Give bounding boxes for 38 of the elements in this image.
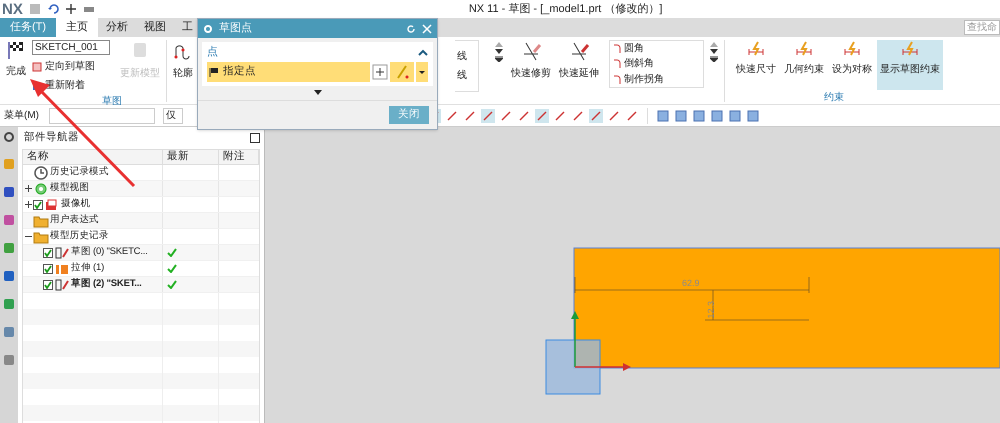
corner-item[interactable]: 倒斜角	[613, 56, 700, 72]
curve-item[interactable]: 线	[457, 49, 478, 64]
ribbon-tab[interactable]: 工	[174, 18, 202, 37]
constraint-button[interactable]: 显示草图约束	[877, 40, 943, 90]
column-header[interactable]: 名称	[23, 150, 163, 164]
quick-extend-button[interactable]: 快速延伸	[559, 40, 599, 81]
panel-title: 部件导航器	[23, 130, 79, 146]
quick-trim-button[interactable]: 快速修剪	[511, 40, 551, 81]
dialog-title: 草图点	[219, 20, 252, 36]
profile-button[interactable]: 轮廓	[173, 40, 193, 81]
ribbon-tab[interactable]: 视图	[136, 18, 174, 37]
constraint-button[interactable]: 快速尺寸	[733, 40, 779, 90]
corner-item[interactable]: 制作拐角	[613, 72, 700, 87]
group-label: 约束	[824, 90, 844, 105]
constraint-button[interactable]: 几何约束	[781, 40, 827, 90]
search-field[interactable]: 查找命	[964, 20, 1000, 35]
tree-item[interactable]: 模型历史记录	[50, 229, 109, 244]
ribbon-tab[interactable]: 主页	[56, 18, 98, 37]
tree-item[interactable]: 用户表达式	[50, 213, 100, 228]
menu-button[interactable]: 菜单(M)	[4, 108, 39, 123]
scope-dropdown[interactable]: 仅	[163, 108, 183, 124]
finish-button[interactable]: 完成	[6, 40, 26, 79]
section-title: 点	[207, 44, 218, 60]
tree-item[interactable]: 模型视图	[50, 181, 90, 196]
group-label: 草图	[101, 94, 122, 109]
ribbon-tab[interactable]: 分析	[98, 18, 136, 37]
tree-item[interactable]: 摄像机	[61, 197, 90, 212]
tree-item[interactable]: 历史记录模式	[50, 165, 109, 180]
app-logo: NX	[2, 2, 23, 16]
tree-item[interactable]: 拉伸 (1)	[71, 261, 104, 276]
curve-item[interactable]: 线	[457, 68, 478, 83]
specify-point-row[interactable]: 指定点	[207, 62, 370, 82]
sketch-dropdown[interactable]: SKETCH_001	[32, 40, 110, 55]
column-header[interactable]: 附注	[219, 150, 259, 164]
constraint-button[interactable]: 设为对称	[829, 40, 875, 90]
column-header[interactable]: 最新	[163, 150, 219, 164]
window-title: NX 11 - 草图 - [_model1.prt （修改的）]	[468, 2, 662, 17]
corner-item[interactable]: 圆角	[613, 41, 700, 56]
